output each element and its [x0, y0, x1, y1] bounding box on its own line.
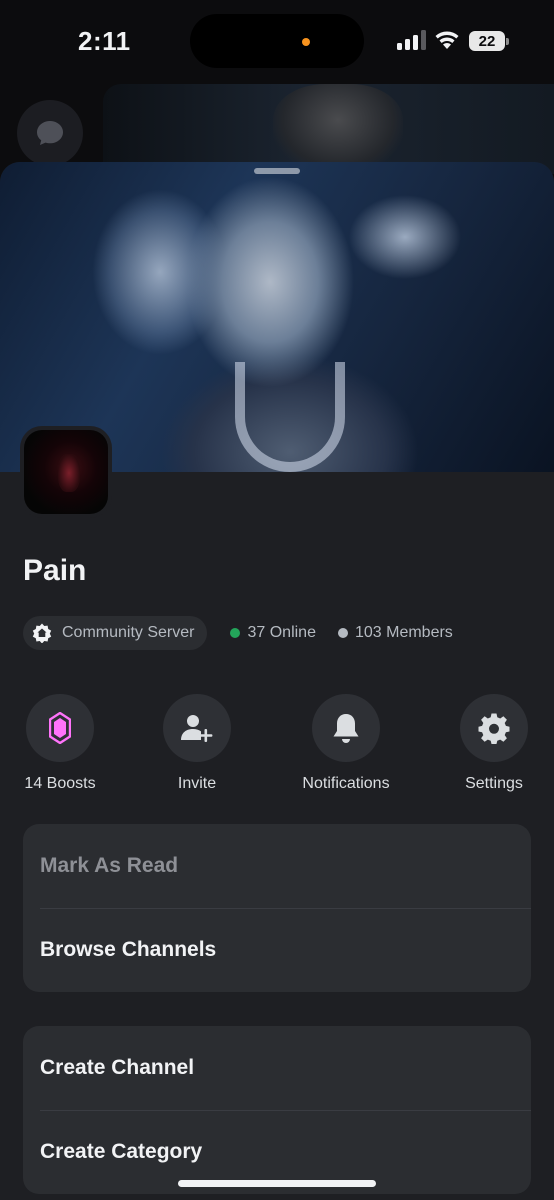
background-banner-image [103, 84, 554, 174]
create-channel-item[interactable]: Create Channel [23, 1026, 531, 1110]
settings-label: Settings [465, 775, 523, 792]
invite-user-icon [181, 715, 213, 742]
online-count: 37 Online [230, 624, 316, 642]
browse-channels-item[interactable]: Browse Channels [23, 908, 531, 992]
member-status-dot [337, 628, 348, 638]
boosts-label: 14 Boosts [24, 775, 96, 792]
notifications-button[interactable]: Notifications [286, 694, 406, 793]
boosts-circle[interactable] [26, 694, 94, 762]
server-name: Pain [23, 554, 87, 587]
bell-icon [333, 714, 359, 743]
server-info-row: Community Server 37 Online 103 Members [23, 616, 453, 650]
messages-button[interactable] [17, 100, 83, 166]
community-server-badge[interactable]: Community Server [23, 616, 208, 650]
server-avatar[interactable] [20, 426, 112, 518]
battery-level: 22 [478, 32, 496, 50]
server-actions-row: 14 Boosts Invite Notifications Settings [0, 694, 554, 804]
status-time: 2:11 [78, 26, 131, 56]
battery-indicator: 22 [469, 31, 509, 51]
invite-circle[interactable] [163, 694, 231, 762]
menu-group-read: Mark As Read Browse Channels [23, 824, 531, 992]
member-count: 103 Members [337, 624, 453, 642]
community-house-icon [32, 623, 52, 643]
dynamic-island [190, 14, 364, 68]
invite-label: Invite [177, 775, 217, 792]
invite-button[interactable]: Invite [137, 694, 257, 793]
boosts-button[interactable]: 14 Boosts [0, 694, 120, 793]
menu-group-create: Create Channel Create Category [23, 1026, 531, 1194]
mark-as-read-item[interactable]: Mark As Read [23, 824, 531, 908]
online-count-label: 37 Online [247, 624, 316, 641]
status-bar: 2:11 22 [0, 0, 554, 84]
sheet-grabber[interactable] [254, 168, 300, 174]
notifications-circle[interactable] [312, 694, 380, 762]
server-sheet: Pain Community Server 37 Online 103 Memb… [0, 162, 554, 1200]
home-indicator[interactable] [178, 1180, 376, 1187]
boost-gem-icon [49, 712, 71, 744]
settings-button[interactable]: Settings [434, 694, 554, 793]
settings-circle[interactable] [460, 694, 528, 762]
wifi-icon [435, 31, 459, 49]
member-count-label: 103 Members [354, 624, 453, 641]
chat-bubble-icon [37, 121, 63, 145]
gear-icon [478, 713, 510, 744]
cellular-signal-icon [397, 30, 426, 50]
community-server-label: Community Server [62, 624, 195, 641]
notifications-label: Notifications [302, 775, 390, 792]
mic-indicator-dot [302, 38, 310, 46]
online-status-dot [230, 628, 241, 638]
